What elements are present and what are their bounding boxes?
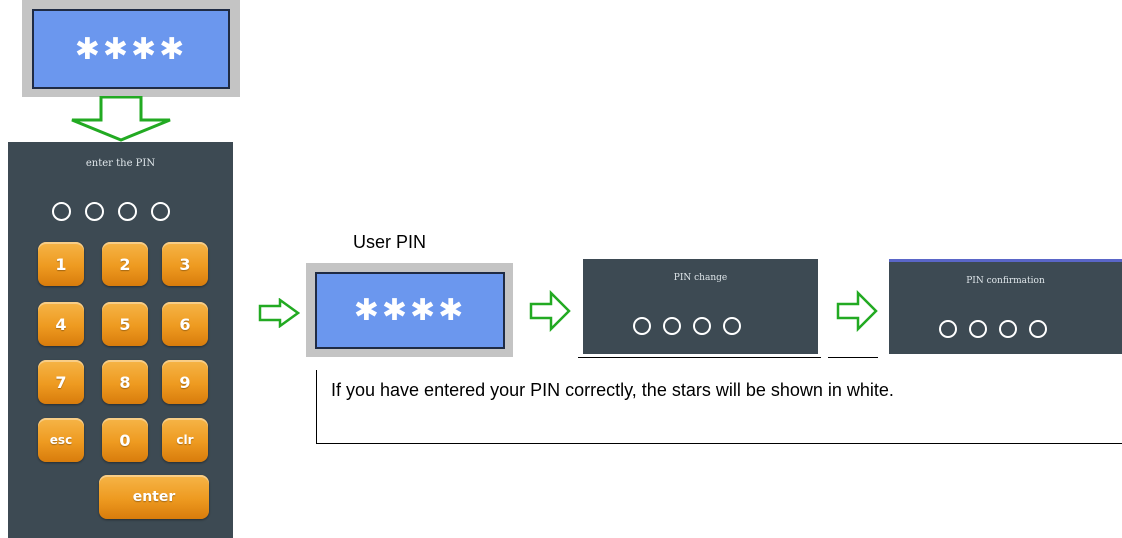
- key-3[interactable]: 3: [162, 242, 208, 286]
- key-6[interactable]: 6: [162, 302, 208, 346]
- right-arrow-icon: [529, 290, 571, 332]
- pin-change-title: PIN change: [673, 273, 728, 283]
- key-2[interactable]: 2: [102, 242, 148, 286]
- pin-dot: [633, 317, 651, 335]
- pin-dot: [85, 202, 104, 221]
- pin-indicator: [52, 202, 170, 221]
- key-0[interactable]: 0: [102, 418, 148, 462]
- pin-dot: [999, 320, 1017, 338]
- user-pin-label: User PIN: [353, 232, 427, 252]
- pin-indicator: [939, 320, 1047, 338]
- top-pin-display: ✱✱✱✱: [22, 0, 240, 97]
- pin-change-panel: PIN change: [583, 259, 818, 354]
- key-enter[interactable]: enter: [99, 475, 209, 519]
- key-1[interactable]: 1: [38, 242, 84, 286]
- pin-dot: [1029, 320, 1047, 338]
- user-pin-stars: ✱✱✱✱: [315, 272, 505, 349]
- pin-dot: [52, 202, 71, 221]
- key-8[interactable]: 8: [102, 360, 148, 404]
- down-arrow-icon: [71, 96, 171, 142]
- top-pin-stars: ✱✱✱✱: [32, 9, 230, 89]
- pin-dot: [969, 320, 987, 338]
- key-clr[interactable]: clr: [162, 418, 208, 462]
- key-5[interactable]: 5: [102, 302, 148, 346]
- keypad-title: enter the PIN: [85, 158, 156, 169]
- key-4[interactable]: 4: [38, 302, 84, 346]
- pin-confirmation-title: PIN confirmation: [966, 276, 1045, 286]
- pin-keypad: enter the PIN 1 2 3 4 5 6 7 8 9 esc 0 cl…: [8, 142, 233, 538]
- pin-dot: [663, 317, 681, 335]
- pin-dot: [939, 320, 957, 338]
- key-9[interactable]: 9: [162, 360, 208, 404]
- divider: [578, 357, 821, 358]
- pin-confirmation-panel: PIN confirmation: [889, 259, 1122, 354]
- right-arrow-icon: [836, 290, 878, 332]
- key-7[interactable]: 7: [38, 360, 84, 404]
- info-note: If you have entered your PIN correctly, …: [316, 370, 1122, 444]
- user-pin-display: ✱✱✱✱: [306, 263, 513, 357]
- pin-indicator: [633, 317, 741, 335]
- pin-dot: [723, 317, 741, 335]
- key-esc[interactable]: esc: [38, 418, 84, 462]
- divider: [828, 357, 878, 358]
- right-arrow-icon: [258, 298, 300, 328]
- pin-dot: [151, 202, 170, 221]
- pin-dot: [693, 317, 711, 335]
- pin-dot: [118, 202, 137, 221]
